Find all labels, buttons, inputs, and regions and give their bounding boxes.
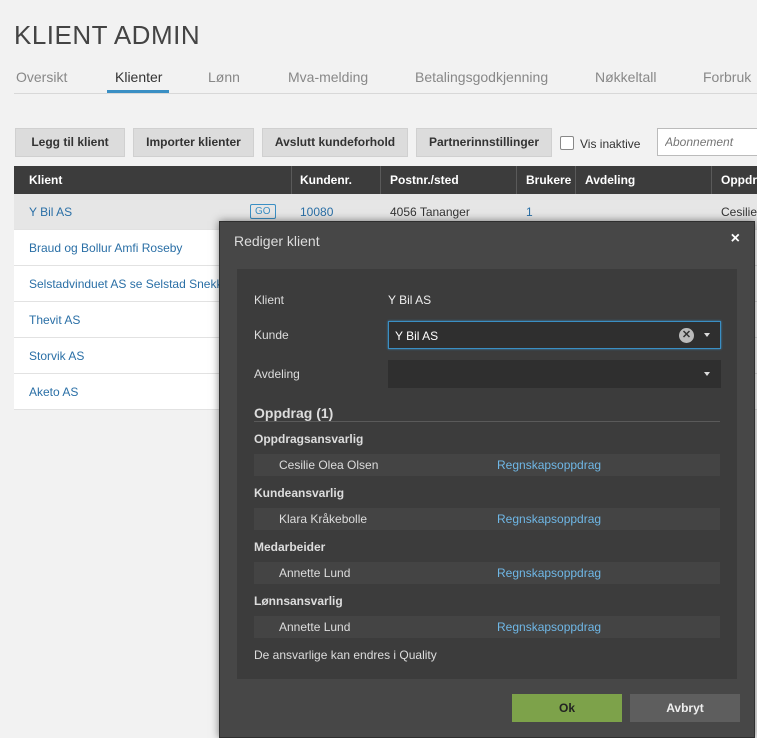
column-divider bbox=[575, 166, 576, 194]
role-title: Medarbeider bbox=[254, 540, 326, 554]
role-row: Annette Lund Regnskapsoppdrag bbox=[254, 616, 720, 638]
section-divider bbox=[254, 421, 720, 422]
department-label: Avdeling bbox=[254, 367, 300, 381]
customer-label: Kunde bbox=[254, 328, 289, 342]
role-person: Cesilie Olea Olsen bbox=[279, 458, 379, 472]
cancel-button[interactable]: Avbryt bbox=[630, 694, 740, 722]
assignments-heading: Oppdrag (1) bbox=[254, 405, 334, 421]
client-name-link[interactable]: Braud og Bollur Amfi Roseby bbox=[29, 241, 182, 255]
import-clients-button[interactable]: Importer klienter bbox=[133, 128, 254, 157]
responsibility-note: De ansvarlige kan endres i Quality bbox=[254, 648, 437, 662]
end-relationship-button[interactable]: Avslutt kundeforhold bbox=[262, 128, 408, 157]
show-inactive-checkbox[interactable] bbox=[560, 136, 574, 150]
assignment-cell: Cesilie bbox=[721, 205, 757, 219]
dialog-title: Rediger klient bbox=[234, 233, 320, 249]
chevron-down-icon[interactable] bbox=[704, 333, 710, 337]
column-header-brukere[interactable]: Brukere bbox=[526, 173, 571, 187]
column-header-kundenr[interactable]: Kundenr. bbox=[300, 173, 352, 187]
dialog-body: Klient Y Bil AS Kunde Y Bil AS ✕ Avdelin… bbox=[237, 269, 737, 679]
customer-select[interactable]: Y Bil AS ✕ bbox=[388, 321, 721, 349]
client-name-link[interactable]: Selstadvinduet AS se Selstad Snekkeri bbox=[29, 277, 236, 291]
role-title: Oppdragsansvarlig bbox=[254, 432, 364, 446]
client-name-link[interactable]: Aketo AS bbox=[29, 385, 78, 399]
client-name-link[interactable]: Storvik AS bbox=[29, 349, 84, 363]
tab-nokkeltall[interactable]: Nøkkeltall bbox=[595, 69, 656, 85]
client-label: Klient bbox=[254, 293, 285, 307]
toolbar: Legg til klient Importer klienter Avslut… bbox=[0, 128, 757, 158]
column-header-postnr-sted[interactable]: Postnr./sted bbox=[390, 173, 459, 187]
assignment-link[interactable]: Regnskapsoppdrag bbox=[497, 512, 601, 526]
column-header-avdeling[interactable]: Avdeling bbox=[585, 173, 635, 187]
customer-number[interactable]: 10080 bbox=[300, 205, 333, 219]
table-header: Klient Kundenr. Postnr./sted Brukere Avd… bbox=[14, 166, 757, 194]
column-header-oppdrag[interactable]: Oppdr bbox=[721, 173, 757, 187]
role-row: Klara Kråkebolle Regnskapsoppdrag bbox=[254, 508, 720, 530]
customer-select-value: Y Bil AS bbox=[395, 329, 439, 343]
client-name-link[interactable]: Thevit AS bbox=[29, 313, 80, 327]
close-icon[interactable]: × bbox=[731, 230, 740, 248]
column-divider bbox=[516, 166, 517, 194]
department-select[interactable] bbox=[388, 360, 721, 388]
column-divider bbox=[711, 166, 712, 194]
assignment-link[interactable]: Regnskapsoppdrag bbox=[497, 620, 601, 634]
tab-oversikt[interactable]: Oversikt bbox=[16, 69, 67, 85]
ok-button[interactable]: Ok bbox=[512, 694, 622, 722]
role-person: Klara Kråkebolle bbox=[279, 512, 368, 526]
postal-place: 4056 Tananger bbox=[390, 205, 470, 219]
user-count[interactable]: 1 bbox=[526, 205, 533, 219]
add-client-button[interactable]: Legg til klient bbox=[15, 128, 125, 157]
edit-client-dialog: Rediger klient × Klient Y Bil AS Kunde Y… bbox=[219, 221, 755, 738]
subscription-input[interactable] bbox=[657, 128, 757, 156]
tab-forbruk[interactable]: Forbruk bbox=[703, 69, 751, 85]
role-row: Cesilie Olea Olsen Regnskapsoppdrag bbox=[254, 454, 720, 476]
assignment-link[interactable]: Regnskapsoppdrag bbox=[497, 566, 601, 580]
client-value: Y Bil AS bbox=[388, 293, 432, 307]
role-title: Lønnsansvarlig bbox=[254, 594, 343, 608]
tab-divider bbox=[14, 93, 757, 94]
assignment-link[interactable]: Regnskapsoppdrag bbox=[497, 458, 601, 472]
column-divider bbox=[380, 166, 381, 194]
clear-icon[interactable]: ✕ bbox=[679, 328, 694, 343]
tab-klienter[interactable]: Klienter bbox=[115, 69, 162, 85]
show-inactive-label: Vis inaktive bbox=[580, 137, 641, 151]
role-title: Kundeansvarlig bbox=[254, 486, 345, 500]
tab-lonn[interactable]: Lønn bbox=[208, 69, 240, 85]
partner-settings-button[interactable]: Partnerinnstillinger bbox=[416, 128, 552, 157]
role-person: Annette Lund bbox=[279, 620, 351, 634]
role-row: Annette Lund Regnskapsoppdrag bbox=[254, 562, 720, 584]
tab-mva-melding[interactable]: Mva-melding bbox=[288, 69, 368, 85]
tab-betalingsgodkjenning[interactable]: Betalingsgodkjenning bbox=[415, 69, 548, 85]
column-divider bbox=[291, 166, 292, 194]
role-person: Annette Lund bbox=[279, 566, 351, 580]
column-header-klient[interactable]: Klient bbox=[29, 173, 62, 187]
chevron-down-icon[interactable] bbox=[704, 372, 710, 376]
go-badge[interactable]: GO bbox=[250, 204, 276, 219]
page: KLIENT ADMIN Oversikt Klienter Lønn Mva-… bbox=[0, 0, 757, 738]
client-name-link[interactable]: Y Bil AS bbox=[29, 205, 72, 219]
page-title: KLIENT ADMIN bbox=[14, 20, 201, 50]
tab-bar: Oversikt Klienter Lønn Mva-melding Betal… bbox=[0, 66, 757, 94]
